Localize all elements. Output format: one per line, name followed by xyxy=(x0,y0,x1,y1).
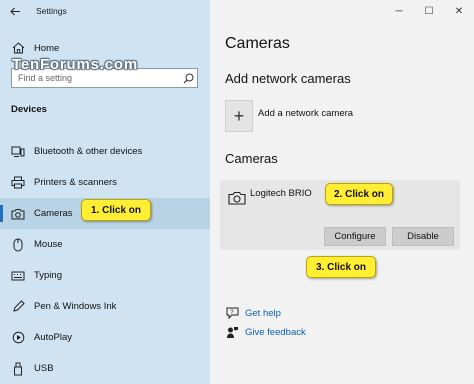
page-title: Cameras xyxy=(225,35,290,52)
section-title-devices: Devices xyxy=(11,104,47,115)
add-network-camera-button[interactable]: + xyxy=(225,100,253,132)
usb-icon xyxy=(11,362,25,376)
camera-icon xyxy=(228,191,246,205)
sidebar-item-bluetooth[interactable]: Bluetooth & other devices xyxy=(0,136,210,167)
window-title: Settings xyxy=(36,6,67,16)
callout-step-2: 2. Click on xyxy=(325,183,393,205)
feedback-icon xyxy=(225,325,239,339)
back-arrow-icon xyxy=(9,7,20,15)
sidebar-item-label: Bluetooth & other devices xyxy=(34,146,143,157)
window-controls: ─ ☐ ✕ xyxy=(384,0,474,22)
sidebar-item-pen[interactable]: Pen & Windows Ink xyxy=(0,291,210,322)
give-feedback-link-row[interactable]: Give feedback xyxy=(225,325,306,339)
autoplay-icon xyxy=(11,331,25,345)
back-button[interactable] xyxy=(0,0,30,22)
sidebar-item-label: Pen & Windows Ink xyxy=(34,301,117,312)
cameras-heading: Cameras xyxy=(225,151,278,166)
add-network-camera-label[interactable]: Add a network camera xyxy=(258,108,353,119)
help-icon: ? xyxy=(225,306,239,320)
sidebar-item-typing[interactable]: Typing xyxy=(0,260,210,291)
add-network-cameras-heading: Add network cameras xyxy=(225,71,351,86)
sidebar-nav: Bluetooth & other devices Printers & sca… xyxy=(0,136,210,384)
mouse-icon xyxy=(11,238,25,252)
minimize-button[interactable]: ─ xyxy=(384,0,414,22)
watermark: TenForums.com xyxy=(12,56,138,73)
sidebar-item-label: Mouse xyxy=(34,239,63,250)
sidebar-item-label: Home xyxy=(34,42,60,54)
disable-button[interactable]: Disable xyxy=(392,227,454,246)
give-feedback-link[interactable]: Give feedback xyxy=(245,327,306,338)
camera-name: Logitech BRIO xyxy=(250,188,312,199)
sidebar: Settings Home TenForums.com Devices Blue… xyxy=(0,0,210,384)
sidebar-item-label: Printers & scanners xyxy=(34,177,117,188)
printer-icon xyxy=(11,176,25,190)
sidebar-item-printers[interactable]: Printers & scanners xyxy=(0,167,210,198)
sidebar-item-usb[interactable]: USB xyxy=(0,353,210,384)
camera-icon xyxy=(11,207,25,221)
pen-icon xyxy=(11,300,25,314)
maximize-button[interactable]: ☐ xyxy=(414,0,444,22)
keyboard-icon xyxy=(11,269,25,283)
search-icon[interactable] xyxy=(179,69,197,87)
close-button[interactable]: ✕ xyxy=(444,0,474,22)
sidebar-item-label: AutoPlay xyxy=(34,332,73,343)
home-icon xyxy=(11,41,25,55)
bluetooth-devices-icon xyxy=(11,145,25,159)
sidebar-item-label: USB xyxy=(34,363,54,374)
sidebar-item-label: Typing xyxy=(34,270,62,281)
callout-step-1: 1. Click on xyxy=(81,199,151,221)
title-bar: Settings xyxy=(0,0,210,22)
sidebar-item-home[interactable]: Home xyxy=(0,38,210,58)
callout-step-3: 3. Click on xyxy=(306,256,376,278)
sidebar-item-autoplay[interactable]: AutoPlay xyxy=(0,322,210,353)
get-help-link[interactable]: Get help xyxy=(245,308,281,319)
sidebar-item-mouse[interactable]: Mouse xyxy=(0,229,210,260)
get-help-link-row[interactable]: ? Get help xyxy=(225,306,281,320)
configure-button[interactable]: Configure xyxy=(324,227,386,246)
sidebar-item-label: Cameras xyxy=(34,208,73,219)
